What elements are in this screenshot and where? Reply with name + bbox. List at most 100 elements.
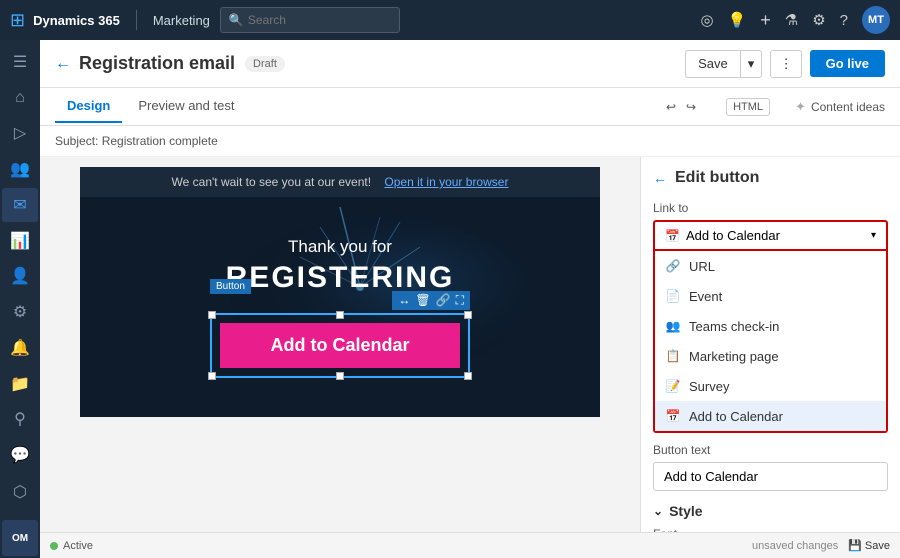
hero-text2: REGISTERING: [226, 261, 455, 295]
save-button-group[interactable]: Save ▾: [685, 50, 762, 78]
search-input[interactable]: [248, 13, 388, 27]
handle-tl[interactable]: [208, 311, 216, 319]
sidebar-om-icon[interactable]: OM: [2, 520, 38, 556]
nav-divider: [136, 10, 137, 30]
sidebar-home-icon[interactable]: ⌂: [2, 81, 38, 115]
dropdown-item-url[interactable]: 🔗 URL: [655, 251, 886, 281]
plus-icon[interactable]: +: [760, 10, 771, 31]
back-button[interactable]: ←: [55, 55, 71, 73]
dropdown-selected-value: Add to Calendar: [686, 228, 780, 243]
redo-icon: ↪: [686, 100, 696, 114]
sidebar-user-icon[interactable]: 👤: [2, 260, 38, 294]
email-preview: We can't wait to see you at our event! O…: [80, 167, 600, 417]
dropdown-item-marketing[interactable]: 📋 Marketing page: [655, 341, 886, 371]
subject-bar: Subject: Registration complete: [40, 126, 900, 157]
top-navigation: ⊞ Dynamics 365 Marketing 🔍 ◎ 💡 + ⚗ ⚙ ? M…: [0, 0, 900, 40]
hero-text1: Thank you for: [288, 237, 392, 257]
add-calendar-icon: 📅: [665, 408, 681, 424]
nav-icon-group: ◎ 💡 + ⚗ ⚙ ? MT: [700, 6, 890, 34]
link-icon[interactable]: 🔗: [436, 293, 451, 308]
panel-back-button[interactable]: ←: [653, 170, 667, 186]
subject-value: Registration complete: [102, 134, 218, 148]
sidebar-play-icon[interactable]: ▷: [2, 117, 38, 151]
style-section-header[interactable]: ⌄ Style: [653, 503, 888, 519]
sidebar-contacts-icon[interactable]: 👥: [2, 152, 38, 186]
save-dropdown-arrow[interactable]: ▾: [740, 51, 762, 77]
delete-icon[interactable]: 🗑: [415, 293, 430, 308]
brand-area: ⊞ Dynamics 365 Marketing: [10, 10, 210, 31]
status-active-indicator: Active: [50, 540, 93, 552]
undo-button[interactable]: ↩: [666, 100, 676, 114]
help-icon[interactable]: ?: [840, 12, 848, 29]
sidebar-bell-icon[interactable]: 🔔: [2, 331, 38, 365]
sidebar-search-icon[interactable]: ⚲: [2, 403, 38, 437]
header-actions: Save ▾ ⋮ Go live: [685, 50, 885, 78]
panel-title: Edit button: [675, 169, 759, 187]
button-row: ↔ 🗑 🔗 ⛶ Button: [210, 313, 470, 378]
handle-bm[interactable]: [336, 372, 344, 380]
dropdown-item-url-label: URL: [689, 259, 715, 274]
tab-preview[interactable]: Preview and test: [126, 90, 246, 123]
sidebar-analytics-icon[interactable]: 📊: [2, 224, 38, 258]
dropdown-item-marketing-label: Marketing page: [689, 349, 779, 364]
link-to-dropdown[interactable]: 📅 Add to Calendar ▾: [653, 220, 888, 251]
subject-label: Subject:: [55, 134, 98, 148]
move-icon[interactable]: ↔: [398, 293, 410, 308]
survey-icon: 📝: [665, 378, 681, 394]
sidebar-settings-icon[interactable]: ⚙: [2, 295, 38, 329]
open-browser-link[interactable]: Open it in your browser: [384, 175, 508, 189]
event-icon: 📄: [665, 288, 681, 304]
sidebar-menu-icon[interactable]: ☰: [2, 45, 38, 79]
link-to-label: Link to: [653, 201, 888, 215]
marketing-icon: 📋: [665, 348, 681, 364]
button-toolbar: ↔ 🗑 🔗 ⛶: [392, 291, 470, 310]
dropdown-arrow-icon: ▾: [871, 230, 876, 241]
dynamics-icon: ⊞: [10, 10, 25, 31]
dropdown-item-teams[interactable]: 👥 Teams check-in: [655, 311, 886, 341]
button-container[interactable]: ↔ 🗑 🔗 ⛶ Button: [210, 313, 470, 378]
handle-tr[interactable]: [464, 311, 472, 319]
sidebar-expand-icon[interactable]: ⬡: [2, 474, 38, 510]
link-to-dropdown-container: 📅 Add to Calendar ▾ 🔗 URL 📄 Ev: [653, 220, 888, 433]
bulb-icon[interactable]: 💡: [728, 11, 747, 29]
status-dot: [50, 542, 58, 550]
email-hero: Thank you for REGISTERING ↔ 🗑 🔗 ⛶: [80, 197, 600, 417]
search-bar[interactable]: 🔍: [220, 7, 400, 33]
filter-icon[interactable]: ⚗: [785, 11, 798, 29]
calendar-selected-icon: 📅: [665, 229, 680, 243]
add-to-calendar-button[interactable]: Add to Calendar: [220, 323, 460, 368]
more-options-button[interactable]: ⋮: [770, 50, 801, 78]
target-icon[interactable]: ◎: [700, 11, 713, 29]
main-area: ← Registration email Draft Save ▾ ⋮ Go l…: [40, 40, 900, 558]
status-save-button[interactable]: 💾 Save: [848, 539, 890, 552]
status-active-label: Active: [63, 540, 93, 552]
sparkle-icon: ✦: [795, 99, 806, 115]
tab-design[interactable]: Design: [55, 90, 122, 123]
dropdown-item-calendar[interactable]: 📅 Add to Calendar: [655, 401, 886, 431]
button-text-input[interactable]: [653, 462, 888, 491]
content-ideas-button[interactable]: ✦ Content ideas: [795, 99, 885, 115]
handle-br[interactable]: [464, 372, 472, 380]
save-button-label[interactable]: Save: [686, 51, 740, 76]
sidebar-email-icon[interactable]: ✉: [2, 188, 38, 222]
dropdown-menu: 🔗 URL 📄 Event 👥 Teams check-in 📋: [653, 251, 888, 433]
handle-tm[interactable]: [336, 311, 344, 319]
sidebar-chat-icon[interactable]: 💬: [2, 438, 38, 472]
email-canvas[interactable]: We can't wait to see you at our event! O…: [40, 157, 640, 558]
search-icon: 🔍: [229, 13, 244, 27]
dropdown-item-calendar-label: Add to Calendar: [689, 409, 783, 424]
html-button[interactable]: HTML: [726, 98, 770, 116]
chevron-down-icon: ⌄: [653, 504, 663, 518]
dropdown-item-survey[interactable]: 📝 Survey: [655, 371, 886, 401]
expand-icon[interactable]: ⛶: [456, 293, 464, 308]
button-text-label: Button text: [653, 443, 888, 457]
gear-icon[interactable]: ⚙: [812, 11, 825, 29]
redo-button[interactable]: ↪: [686, 100, 696, 114]
avatar[interactable]: MT: [862, 6, 890, 34]
save-disk-icon: 💾: [848, 539, 862, 552]
sidebar-folder-icon[interactable]: 📁: [2, 367, 38, 401]
handle-bl[interactable]: [208, 372, 216, 380]
link-to-section: Link to 📅 Add to Calendar ▾ 🔗: [653, 201, 888, 433]
dropdown-item-event[interactable]: 📄 Event: [655, 281, 886, 311]
go-live-button[interactable]: Go live: [810, 50, 885, 77]
